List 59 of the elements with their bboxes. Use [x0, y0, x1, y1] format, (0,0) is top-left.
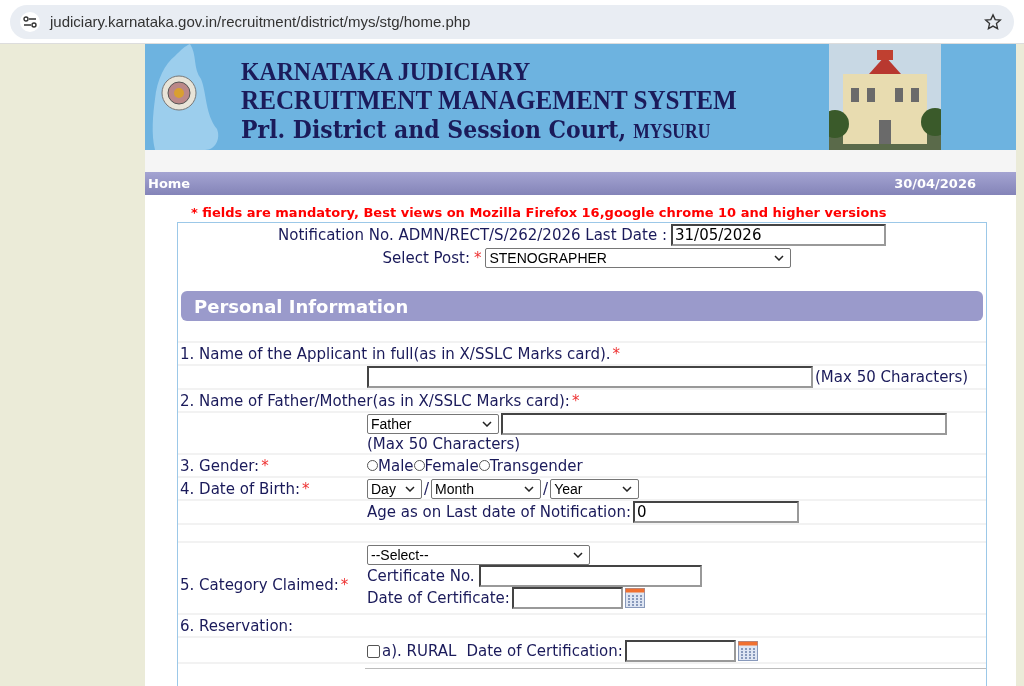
- certification-date-field[interactable]: [624, 640, 736, 662]
- site-settings-icon[interactable]: [23, 15, 37, 28]
- required-mark: *: [571, 391, 580, 410]
- system-title: RECRUITMENT MANAGEMENT SYSTEM: [241, 84, 738, 115]
- caret-icon: [573, 552, 583, 558]
- dropdown[interactable]: STENOGRAPHER: [485, 247, 792, 268]
- age-field[interactable]: 0: [632, 501, 799, 523]
- field-label: Select Post:: [382, 248, 470, 267]
- required-mark: *: [612, 344, 621, 363]
- required-mark: *: [261, 456, 269, 475]
- dropdown[interactable]: Year: [550, 478, 640, 499]
- checkbox[interactable]: [367, 644, 380, 658]
- caret-icon: [524, 485, 535, 492]
- dropdown[interactable]: --Select--: [367, 545, 590, 565]
- current-date: 30/04/2026: [894, 176, 976, 191]
- address-bar[interactable]: judiciary.karnataka.gov.in/recruitment/district/mys/stg/home.php: [10, 4, 1014, 39]
- mandatory-notice: * fields are mandatory, Best views on Mozilla Firefox 16,google chrome 10 and higher versions: [190, 204, 888, 222]
- dropdown[interactable]: Father: [367, 414, 499, 434]
- date-separator: /: [424, 479, 430, 498]
- field-label: 6. Reservation:: [180, 616, 294, 635]
- section-header: Personal Information: [181, 291, 983, 321]
- dropdown[interactable]: Month: [431, 478, 542, 499]
- dropdown[interactable]: Day: [367, 478, 422, 499]
- field-label: 3. Gender:: [180, 456, 260, 475]
- last-date-field[interactable]: 31/05/2026: [671, 223, 886, 246]
- court-name: Prl. District and Session Court,: [241, 114, 627, 145]
- field-label: 1. Name of the Applicant in full(as in X/SSLC Marks card).: [180, 344, 611, 363]
- radio-label[interactable]: Transgender: [489, 456, 583, 475]
- caret-icon: [482, 421, 492, 427]
- hint-text: (Max 50 Characters): [815, 368, 969, 386]
- field-label: Date of Certificate:: [367, 589, 510, 607]
- radio-label[interactable]: Female: [424, 456, 479, 475]
- date-separator: /: [543, 479, 549, 498]
- certificate-date-field[interactable]: [511, 587, 623, 609]
- required-mark: *: [474, 248, 482, 267]
- calendar-icon[interactable]: [624, 588, 645, 608]
- caret-icon: [774, 254, 785, 261]
- applicant-name-field[interactable]: [367, 366, 813, 388]
- parent-name-field[interactable]: [501, 413, 947, 435]
- field-label: 4. Date of Birth:: [180, 479, 300, 498]
- notification-label: Notification No. ADMN/RECT/S/262/2026 Last Date :: [278, 225, 667, 244]
- city-name: MYSURU: [633, 118, 711, 144]
- certificate-number-field[interactable]: [478, 565, 702, 587]
- field-label: Certificate No.: [367, 567, 475, 585]
- field-label: Date of Certification:: [466, 642, 623, 660]
- field-label: 5. Category Claimed:: [180, 576, 339, 594]
- required-mark: *: [340, 576, 349, 594]
- caret-icon: [405, 485, 415, 492]
- hint-text: (Max 50 Characters): [367, 435, 521, 453]
- field-label: Age as on Last date of Notification:: [367, 503, 631, 521]
- star-icon[interactable]: [984, 12, 1002, 31]
- field-label: 2. Name of Father/Mother(as in X/SSLC Marks card):: [180, 391, 570, 410]
- system-title: KARNATAKA JUDICIARY: [241, 58, 532, 85]
- checkbox-label[interactable]: a). RURAL: [382, 642, 457, 660]
- calendar-icon[interactable]: [737, 641, 758, 661]
- radio-label[interactable]: Male: [378, 456, 414, 475]
- caret-icon: [622, 485, 633, 492]
- url-text: judiciary.karnataka.gov.in/recruitment/district/mys/stg/home.php: [50, 13, 472, 30]
- required-mark: *: [302, 479, 310, 498]
